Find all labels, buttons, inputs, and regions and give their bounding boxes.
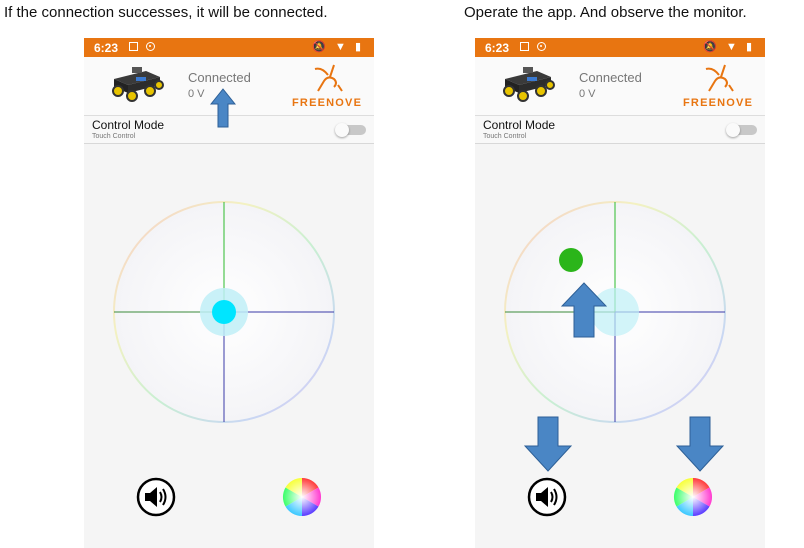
arrow-annotation-icon bbox=[524, 416, 572, 472]
control-mode-title: Control Mode bbox=[92, 118, 165, 132]
control-mode-subtitle: Touch Control bbox=[483, 133, 527, 140]
freenove-logo-icon bbox=[705, 64, 734, 92]
status-bar: 6:23 🔕 ▼ ▮ bbox=[475, 38, 765, 57]
control-mode-toggle[interactable] bbox=[335, 123, 366, 137]
phone-screen-operating: 6:23 🔕 ▼ ▮ Connected 0 V FREENOVE Contro… bbox=[475, 38, 765, 548]
arrow-annotation-icon bbox=[676, 416, 724, 472]
status-icons: 🔕 ▼ ▮ bbox=[312, 41, 364, 53]
phone-screen-connected: 6:23 🔕 ▼ ▮ Connected 0 V FREENOVE Contro… bbox=[84, 38, 374, 548]
control-mode-title: Control Mode bbox=[483, 118, 556, 132]
freenove-logo-text: FREENOVE bbox=[292, 97, 363, 109]
joystick-pad[interactable] bbox=[112, 200, 336, 424]
color-wheel-icon[interactable] bbox=[282, 477, 322, 517]
car-image bbox=[112, 67, 164, 102]
color-wheel-icon[interactable] bbox=[673, 477, 713, 517]
freenove-logo-text: FREENOVE bbox=[683, 97, 754, 109]
record-notification-icon bbox=[537, 42, 546, 51]
caption-right: Operate the app. And observe the monitor… bbox=[464, 4, 747, 21]
image-notification-icon bbox=[129, 42, 138, 51]
control-mode-toggle[interactable] bbox=[726, 123, 757, 137]
image-notification-icon bbox=[520, 42, 529, 51]
status-time: 6:23 bbox=[485, 41, 510, 55]
status-bar: 6:23 🔕 ▼ ▮ bbox=[84, 38, 374, 57]
control-mode-subtitle: Touch Control bbox=[92, 133, 136, 140]
battery-voltage: 0 V bbox=[579, 88, 596, 100]
battery-voltage: 0 V bbox=[188, 88, 205, 100]
joystick-knob[interactable] bbox=[212, 300, 236, 324]
joystick-knob[interactable] bbox=[559, 248, 583, 272]
status-icons: 🔕 ▼ ▮ bbox=[703, 41, 755, 53]
record-notification-icon bbox=[146, 42, 155, 51]
arrow-annotation-icon bbox=[210, 88, 236, 128]
app-header: Connected 0 V FREENOVE bbox=[475, 57, 765, 115]
joystick-pad[interactable] bbox=[503, 200, 727, 424]
connection-status: Connected bbox=[579, 70, 642, 85]
control-mode-row: Control Mode Touch Control bbox=[475, 115, 765, 144]
caption-left: If the connection successes, it will be … bbox=[4, 4, 328, 21]
toggle-thumb bbox=[335, 123, 349, 137]
speaker-icon[interactable] bbox=[136, 477, 176, 517]
toggle-thumb bbox=[726, 123, 740, 137]
car-image bbox=[503, 67, 555, 102]
freenove-logo-icon bbox=[314, 64, 343, 92]
arrow-annotation-icon bbox=[561, 282, 607, 338]
status-time: 6:23 bbox=[94, 41, 119, 55]
connection-status: Connected bbox=[188, 70, 251, 85]
speaker-icon[interactable] bbox=[527, 477, 567, 517]
